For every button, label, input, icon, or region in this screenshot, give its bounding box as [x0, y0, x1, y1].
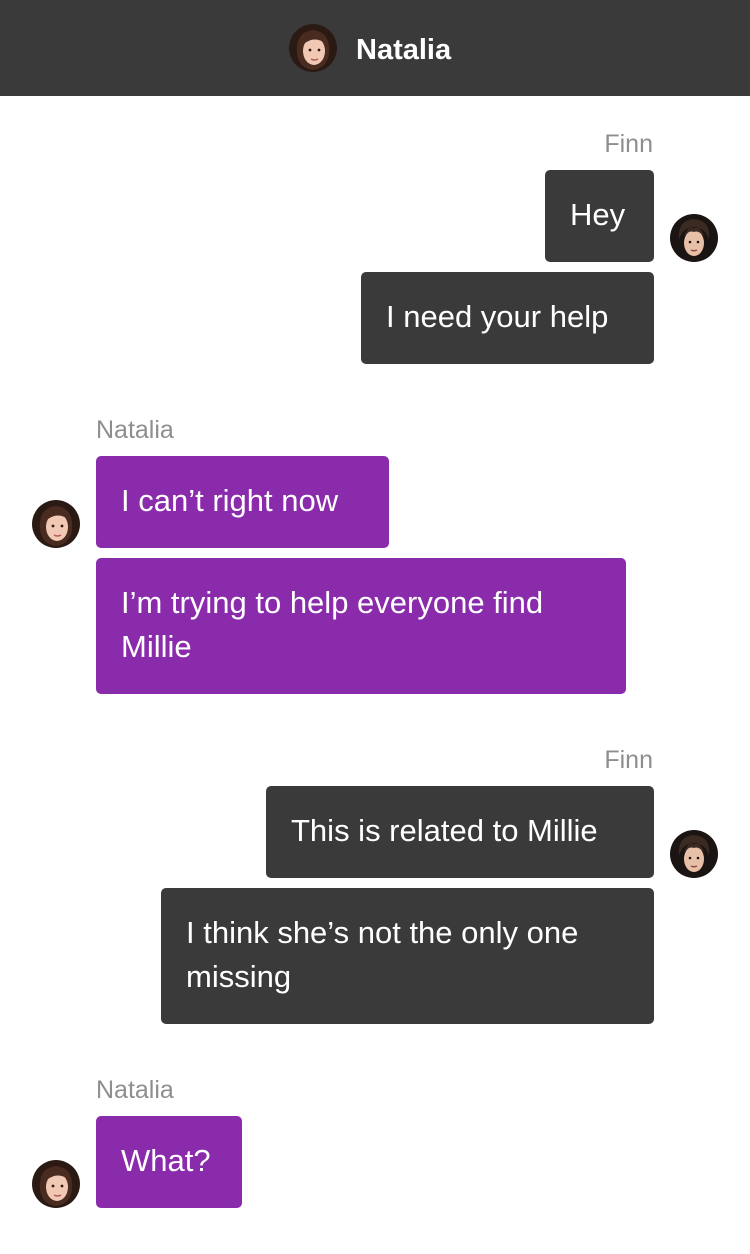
- sender-label-natalia: Natalia: [96, 416, 174, 444]
- message-bubble-outgoing[interactable]: Hey: [545, 170, 654, 262]
- message-bubble-incoming[interactable]: What?: [96, 1116, 242, 1208]
- message-bubble-outgoing[interactable]: This is related to Millie: [266, 786, 654, 878]
- message-bubble-incoming[interactable]: I can’t right now: [96, 456, 389, 548]
- natalia-avatar-icon[interactable]: [32, 1160, 80, 1208]
- natalia-avatar-icon[interactable]: [289, 24, 337, 72]
- natalia-avatar-icon[interactable]: [32, 500, 80, 548]
- sender-label-finn: Finn: [604, 746, 653, 774]
- finn-avatar-icon[interactable]: [670, 830, 718, 878]
- message-bubble-outgoing[interactable]: I need your help: [361, 272, 654, 364]
- finn-avatar-icon[interactable]: [670, 214, 718, 262]
- sender-label-natalia: Natalia: [96, 1076, 174, 1104]
- chat-header: Natalia: [0, 0, 750, 96]
- chat-title: Natalia: [356, 34, 452, 66]
- message-bubble-outgoing[interactable]: I think she’s not the only one missing: [161, 888, 654, 1024]
- message-bubble-incoming[interactable]: I’m trying to help everyone find Millie: [96, 558, 626, 694]
- sender-label-finn: Finn: [604, 130, 653, 158]
